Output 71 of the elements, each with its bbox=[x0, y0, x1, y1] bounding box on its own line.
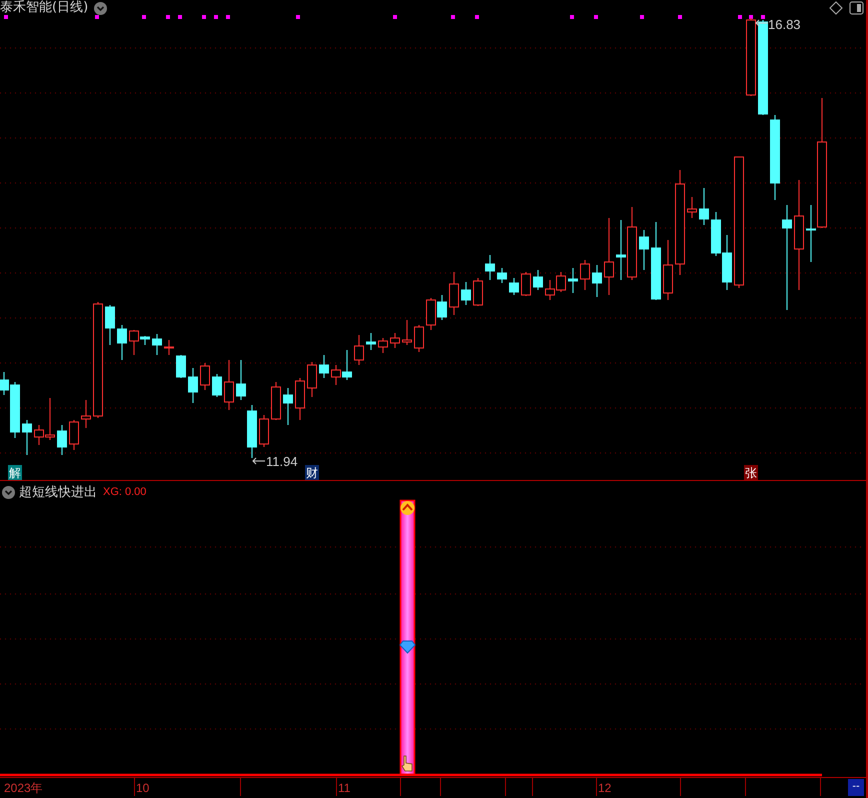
candlestick bbox=[247, 404, 257, 458]
indicator-value: XG: 0.00 bbox=[103, 486, 146, 498]
candlestick bbox=[366, 332, 376, 350]
candlestick bbox=[509, 278, 519, 296]
candlestick bbox=[533, 270, 543, 290]
candlestick bbox=[152, 334, 162, 356]
diamond-gem-icon bbox=[399, 640, 416, 654]
candlestick bbox=[485, 254, 495, 280]
date-label: 10 bbox=[136, 781, 150, 795]
candlestick bbox=[722, 234, 732, 290]
event-label: 财 bbox=[306, 466, 318, 480]
candlestick bbox=[354, 334, 364, 366]
candlestick bbox=[426, 298, 436, 330]
candlestick bbox=[57, 424, 67, 456]
candlestick bbox=[437, 294, 447, 320]
date-label: 11 bbox=[338, 781, 350, 795]
dropdown-icon[interactable] bbox=[94, 2, 108, 14]
price-label: 11.94 bbox=[266, 454, 298, 469]
candlestick bbox=[307, 362, 317, 398]
candlestick bbox=[224, 360, 234, 410]
candlestick bbox=[390, 332, 400, 348]
dropdown-icon[interactable] bbox=[2, 486, 15, 498]
candlestick bbox=[117, 324, 127, 360]
panel-toggle-icon[interactable] bbox=[850, 2, 864, 14]
candlestick bbox=[711, 212, 721, 256]
candlestick bbox=[663, 240, 673, 300]
candlestick bbox=[473, 278, 483, 306]
up-chevron-icon bbox=[400, 501, 414, 515]
candlestick bbox=[283, 388, 293, 426]
candlestick bbox=[319, 354, 329, 378]
candlestick bbox=[580, 260, 590, 290]
candlestick bbox=[616, 220, 626, 280]
diamond-icon[interactable] bbox=[829, 1, 843, 15]
candlestick bbox=[295, 378, 305, 420]
candlestick bbox=[212, 374, 222, 398]
date-label: 2023年 bbox=[4, 781, 43, 795]
candlestick bbox=[639, 230, 649, 270]
candlestick bbox=[687, 196, 697, 218]
candlestick bbox=[449, 272, 459, 316]
candlestick bbox=[69, 420, 79, 450]
candlestick bbox=[22, 420, 32, 456]
candlestick bbox=[568, 268, 578, 294]
chart-title: 泰禾智能(日线) bbox=[0, 0, 88, 16]
candlestick bbox=[164, 340, 174, 356]
candlestick bbox=[545, 280, 555, 300]
candlestick bbox=[200, 362, 210, 390]
candlestick bbox=[461, 282, 471, 306]
candlestick bbox=[81, 400, 91, 428]
candlestick bbox=[699, 188, 709, 226]
candlestick bbox=[259, 414, 269, 448]
candlestick bbox=[521, 272, 531, 296]
date-label: 12 bbox=[598, 781, 612, 795]
candlestick bbox=[378, 338, 388, 354]
hand-pointer-icon bbox=[401, 756, 412, 772]
event-label: 解 bbox=[9, 466, 21, 480]
candlestick bbox=[188, 368, 198, 404]
indicator-name: 超短线快进出 bbox=[19, 484, 97, 501]
candlestick bbox=[236, 360, 246, 400]
candlestick bbox=[105, 304, 115, 346]
candlestick bbox=[402, 320, 412, 346]
candlestick bbox=[497, 268, 507, 284]
price-label: 16.83 bbox=[768, 17, 801, 32]
arrow-icon bbox=[252, 458, 266, 464]
candlestick bbox=[271, 382, 281, 420]
event-label: 张 bbox=[745, 466, 757, 480]
candlestick bbox=[414, 324, 424, 352]
candlestick bbox=[592, 264, 602, 298]
candlestick bbox=[556, 272, 566, 292]
arrow-icon bbox=[755, 20, 768, 26]
corner-button[interactable]: -- bbox=[848, 779, 864, 796]
candlestick bbox=[176, 354, 186, 378]
